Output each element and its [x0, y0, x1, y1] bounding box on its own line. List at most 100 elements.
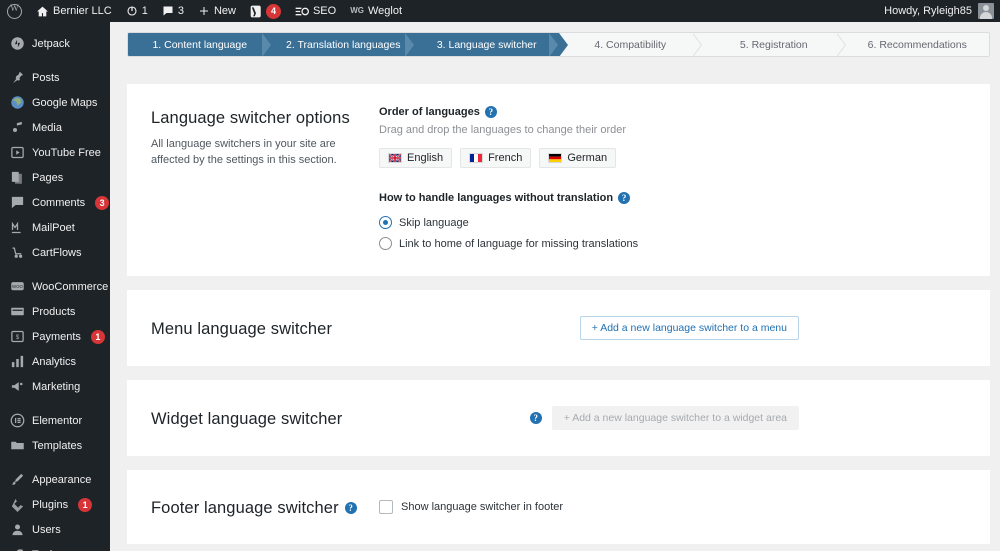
handle-label-text: How to handle languages without translat…	[379, 192, 614, 204]
sidebar-label: Users	[32, 523, 61, 536]
sidebar-item-tools[interactable]: Tools	[0, 542, 110, 551]
sidebar-label: Products	[32, 305, 76, 318]
add-menu-language-switcher-button[interactable]: + Add a new language switcher to a menu	[579, 316, 799, 340]
order-label-text: Order of languages	[379, 106, 480, 118]
sidebar-item-youtube-free[interactable]: YouTube Free	[0, 140, 110, 165]
sidebar-item-google-maps[interactable]: Google Maps	[0, 90, 110, 115]
yoast-seo-menu[interactable]: 4	[243, 0, 288, 22]
sidebar-item-cartflows[interactable]: CartFlows	[0, 240, 110, 265]
help-icon[interactable]: ?	[484, 106, 497, 118]
updates-menu[interactable]: 1	[119, 0, 155, 22]
account-menu[interactable]: Howdy, Ryleigh85	[884, 0, 1000, 22]
payments-badge: 1	[90, 329, 105, 344]
card-menu-language-switcher: Menu language switcher + Add a new langu…	[127, 290, 990, 366]
sidebar-item-elementor[interactable]: Elementor	[0, 408, 110, 433]
language-order-list[interactable]: English French German	[379, 148, 966, 168]
weglot-menu[interactable]: WG Weglot	[343, 0, 409, 22]
sidebar-item-jetpack[interactable]: Jetpack	[0, 31, 110, 56]
show-footer-switcher-row[interactable]: Show language switcher in footer	[379, 500, 966, 514]
step-1-content-language[interactable]: 1. Content language	[128, 33, 281, 56]
card-gap-1	[110, 276, 1000, 290]
radio-option-link-home[interactable]: Link to home of language for missing tra…	[379, 237, 966, 250]
sidebar-label: Analytics	[32, 355, 77, 368]
site-name-label: Bernier LLC	[53, 5, 112, 17]
sidebar-label: Plugins	[32, 498, 69, 511]
section-title: Menu language switcher	[151, 320, 333, 338]
sidebar-item-users[interactable]: Users	[0, 517, 110, 542]
sidebar-item-templates[interactable]: Templates	[0, 433, 110, 458]
cart-icon	[9, 245, 25, 261]
sidebar-item-payments[interactable]: $ Payments 1	[0, 324, 110, 349]
step-4-compatibility[interactable]: 4. Compatibility	[558, 33, 702, 56]
sidebar-label: Elementor	[32, 414, 83, 427]
pages-icon	[9, 170, 25, 186]
jetpack-icon	[9, 36, 25, 52]
missing-translation-radio-group: Skip language Link to home of language f…	[379, 216, 966, 250]
sidebar-item-analytics[interactable]: Analytics	[0, 349, 110, 374]
brush-icon	[9, 472, 25, 488]
sidebar-label: Marketing	[32, 380, 81, 393]
comments-menu[interactable]: 3	[155, 0, 191, 22]
show-footer-switcher-checkbox[interactable]	[379, 500, 393, 514]
card-right-column: + Add a new language switcher to a menu	[379, 316, 966, 340]
sidebar-label: CartFlows	[32, 246, 82, 259]
sidebar-label: Pages	[32, 171, 64, 184]
step-arrow-icon	[261, 33, 271, 56]
sidebar-item-posts[interactable]: Posts	[0, 65, 110, 90]
pin-icon	[9, 70, 25, 86]
card-left-column: Language switcher options All language s…	[151, 106, 379, 250]
radio-label: Link to home of language for missing tra…	[399, 237, 639, 250]
help-icon[interactable]: ?	[344, 502, 357, 514]
language-chip-french[interactable]: French	[460, 148, 532, 168]
sidebar-item-comments[interactable]: Comments 3	[0, 190, 110, 215]
radio-button[interactable]	[379, 216, 392, 229]
handle-languages-label: How to handle languages without translat…	[379, 192, 966, 204]
howdy-label: Howdy, Ryleigh85	[884, 5, 972, 17]
seo-bars-icon	[295, 7, 309, 15]
language-chip-german[interactable]: German	[539, 148, 617, 168]
order-of-languages-label: Order of languages ?	[379, 106, 966, 118]
wordpress-logo-icon	[7, 3, 22, 19]
section-title: Widget language switcher	[151, 410, 343, 428]
step-arrow-icon	[405, 33, 414, 56]
seo-menu[interactable]: SEO	[288, 0, 343, 22]
order-hint: Drag and drop the languages to change th…	[379, 124, 627, 136]
payments-icon: $	[9, 329, 25, 345]
step-5-registration[interactable]: 5. Registration	[702, 33, 846, 56]
step-6-recommendations[interactable]: 6. Recommendations	[845, 33, 989, 56]
step-2-translation-languages[interactable]: 2. Translation languages	[271, 33, 424, 56]
card-description: All language switchers in your site are …	[151, 138, 337, 166]
step-label: 2. Translation languages	[286, 38, 401, 51]
site-name-menu[interactable]: Bernier LLC	[29, 0, 119, 22]
comments-badge: 3	[95, 195, 110, 210]
products-icon	[9, 304, 25, 320]
checkbox-label: Show language switcher in footer	[401, 501, 564, 513]
help-icon[interactable]: ?	[618, 192, 631, 204]
sidebar-label: YouTube Free	[32, 146, 101, 159]
language-chip-english[interactable]: English	[379, 148, 453, 168]
sidebar-item-appearance[interactable]: Appearance	[0, 467, 110, 492]
flag-fr-icon	[469, 153, 484, 163]
help-icon[interactable]: ?	[529, 412, 542, 424]
radio-option-skip-language[interactable]: Skip language	[379, 216, 966, 229]
sidebar-item-mailpoet[interactable]: MailPoet	[0, 215, 110, 240]
add-widget-language-switcher-button[interactable]: + Add a new language switcher to a widge…	[551, 406, 799, 430]
yoast-count-badge: 4	[265, 3, 281, 19]
wp-logo-menu[interactable]	[0, 0, 29, 22]
sidebar-item-marketing[interactable]: Marketing	[0, 374, 110, 399]
step-arrow-fill-icon	[558, 33, 568, 56]
sidebar-label: WooCommerce	[32, 280, 109, 293]
sidebar-separator-3	[0, 399, 110, 408]
language-name: French	[488, 152, 523, 164]
new-content-menu[interactable]: New	[191, 0, 243, 22]
flag-de-icon	[548, 153, 563, 163]
sidebar-label: Comments	[32, 196, 86, 209]
step-3-language-switcher[interactable]: 3. Language switcher	[415, 33, 568, 56]
sidebar-item-pages[interactable]: Pages	[0, 165, 110, 190]
sidebar-item-woocommerce[interactable]: WOO WooCommerce	[0, 274, 110, 299]
sidebar-item-media[interactable]: Media	[0, 115, 110, 140]
sidebar-item-plugins[interactable]: Plugins 1	[0, 492, 110, 517]
sidebar-item-products[interactable]: Products	[0, 299, 110, 324]
radio-button[interactable]	[379, 237, 392, 250]
card-footer-language-switcher: Footer language switcher ? Show language…	[127, 470, 990, 544]
